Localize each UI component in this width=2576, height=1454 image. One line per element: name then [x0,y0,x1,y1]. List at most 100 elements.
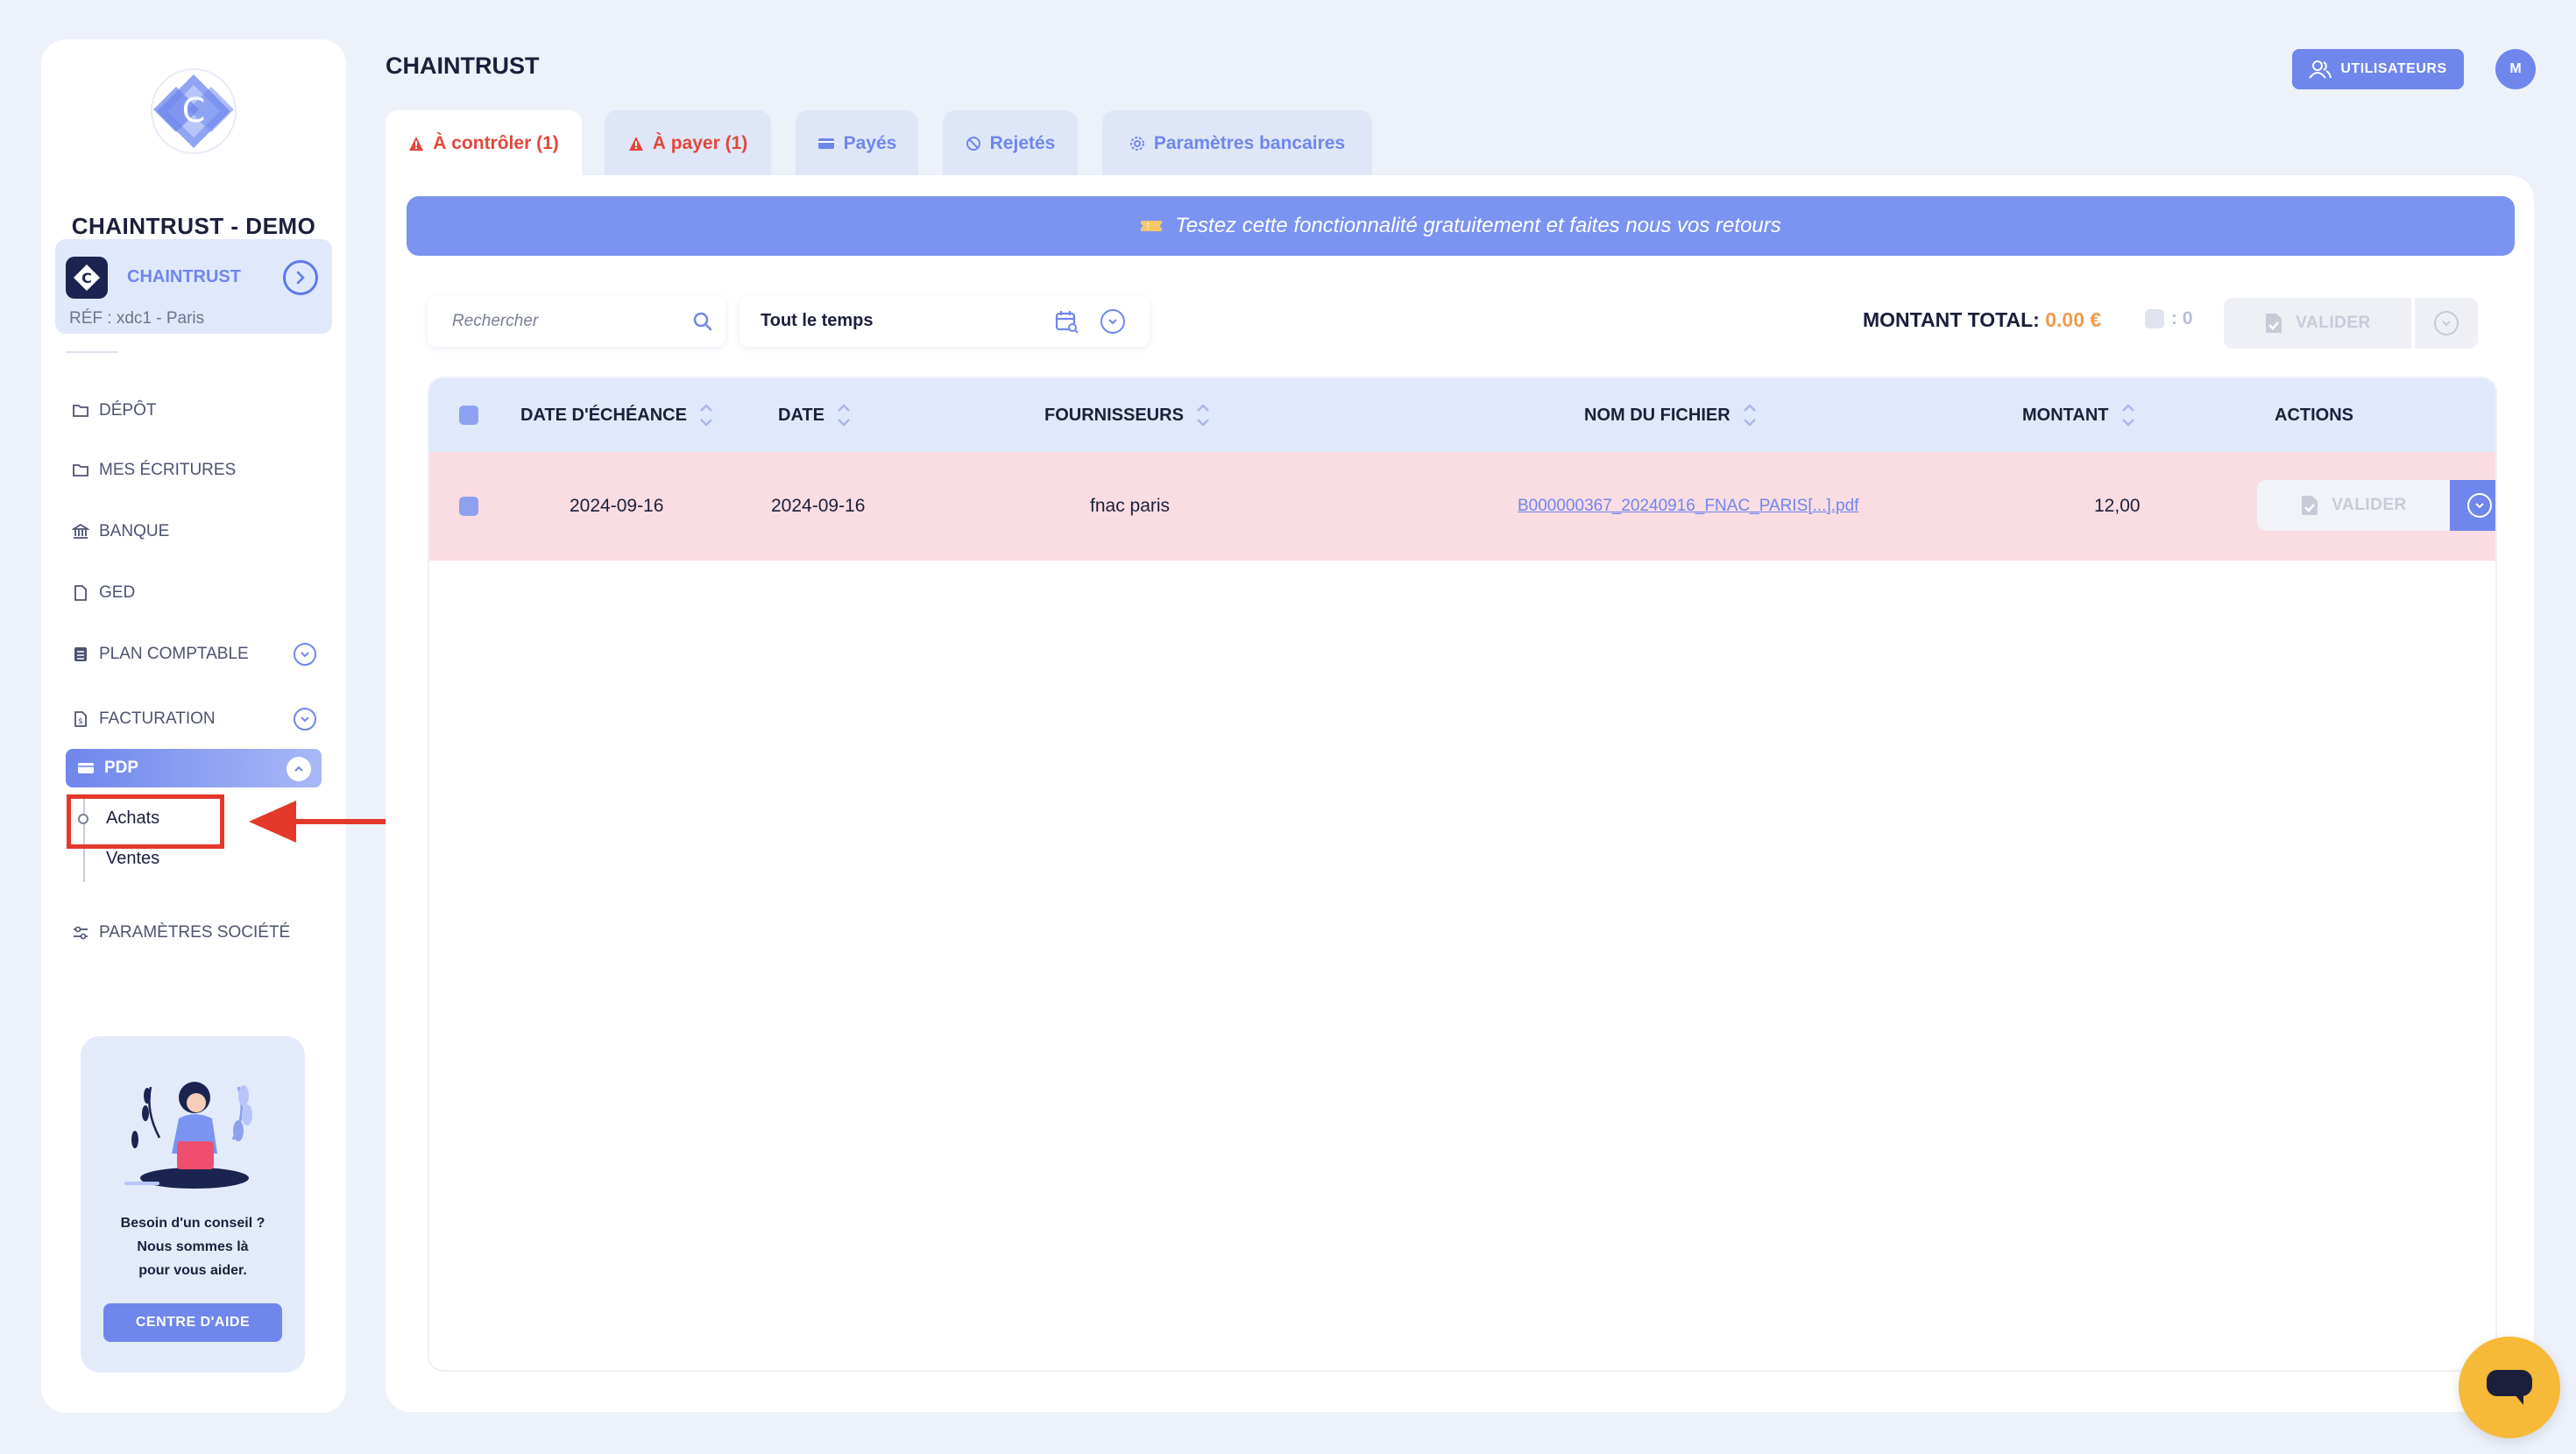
company-logo[interactable]: C [150,67,237,155]
help-illustration-icon [124,1082,252,1189]
sidebar-item-label: PDP [104,759,139,777]
sidebar-divider [66,351,118,353]
row-file-link[interactable]: B000000367_20240916_FNAC_PARIS[...].pdf [1518,497,1858,516]
chat-icon [2487,1370,2532,1405]
chevron-down-icon[interactable] [1100,309,1125,334]
checkbox-icon [459,497,478,516]
chevron-down-icon[interactable] [294,708,316,731]
svg-text:$: $ [78,717,83,726]
total-label: MONTANT TOTAL: [1863,308,2040,331]
tab-label: À payer (1) [652,133,748,153]
column-montant[interactable]: MONTANT [2022,378,2135,452]
company-name: CHAINTRUST - DEMO [71,213,316,239]
row-file: B000000367_20240916_FNAC_PARIS[...].pdf [1518,452,1858,561]
sidebar: C CHAINTRUST - DEMO C CHAINTRUST RÉF : x… [41,39,346,1413]
column-label: DATE D'ÉCHÉANCE [520,405,687,425]
gear-icon [1129,137,1144,151]
search-box[interactable] [428,296,725,347]
account-ref: RÉF : xdc1 - Paris [69,309,205,328]
selected-count: : 0 [2145,308,2193,329]
table-row[interactable]: 2024-09-16 2024-09-16 fnac paris B000000… [429,452,2495,561]
chat-widget-button[interactable] [2459,1337,2560,1438]
avatar[interactable]: M [2495,49,2536,89]
column-date[interactable]: DATE [778,378,851,452]
banner-text: Testez cette fonctionnalité gratuitement… [1175,214,1781,237]
chevron-down-icon [2467,493,2492,518]
invoice-icon: $ [71,709,90,729]
account-logo-icon: C [66,257,108,299]
sidebar-item-parametres-societe[interactable]: PARAMÈTRES SOCIÉTÉ [71,915,325,950]
help-text: Besoin d'un conseil ? Nous sommes là pou… [81,1211,305,1282]
help-center-button[interactable]: CENTRE D'AIDE [103,1303,282,1342]
column-label: NOM DU FICHIER [1584,405,1730,425]
tab-payes[interactable]: Payés [796,110,918,177]
column-label: FOURNISSEURS [1044,405,1184,425]
column-nom-du-fichier[interactable]: NOM DU FICHIER [1584,378,1757,452]
sidebar-item-mes-ecritures[interactable]: MES ÉCRITURES [71,453,325,488]
row-date: 2024-09-16 [771,496,866,516]
bulk-validate-button[interactable]: VALIDER [2224,298,2411,349]
bulk-validate-label: VALIDER [2296,314,2371,332]
tab-label: Rejetés [989,133,1056,153]
folder-icon [71,401,90,420]
sort-icon[interactable] [2121,404,2135,427]
tab-a-controler[interactable]: À contrôler (1) [386,110,582,177]
sort-icon[interactable] [699,404,713,427]
tab-rejetes[interactable]: Rejetés [943,110,1078,177]
chevron-down-icon[interactable] [294,643,316,666]
column-label: DATE [778,405,824,425]
period-value: Tout le temps [761,311,874,330]
sidebar-item-depot[interactable]: DÉPÔT [71,393,325,428]
sidebar-item-label: MES ÉCRITURES [99,461,237,479]
warning-icon [628,137,643,151]
selected-count-value: : 0 [2171,308,2193,328]
file-check-icon [2266,314,2282,333]
row-checkbox[interactable] [459,452,478,561]
select-all-checkbox[interactable] [459,378,478,452]
sidebar-item-label: DÉPÔT [99,401,157,420]
help-line: Nous sommes là [137,1239,249,1254]
sidebar-item-banque[interactable]: BANQUE [71,514,325,549]
search-input[interactable] [428,296,682,347]
total-value: 0.00 € [2045,308,2102,331]
calendar-search-icon[interactable] [1055,310,1079,335]
account-switcher[interactable]: C CHAINTRUST RÉF : xdc1 - Paris [55,239,332,334]
card-icon [76,759,96,778]
bulk-validate-group: VALIDER [2224,298,2478,349]
tab-a-payer[interactable]: À payer (1) [605,110,771,177]
total-amount: MONTANT TOTAL: 0.00 € [1863,308,2101,332]
column-label: ACTIONS [2275,405,2353,425]
sort-icon[interactable] [1743,404,1757,427]
column-fournisseurs[interactable]: FOURNISSEURS [1044,378,1210,452]
tab-label: À contrôler (1) [433,133,559,153]
sidebar-subitem-ventes[interactable]: Ventes [106,849,159,869]
warning-icon [409,137,424,151]
users-button-label: UTILISATEURS [2340,61,2447,76]
row-validate-button[interactable]: VALIDER [2257,480,2450,531]
bulk-validate-dropdown[interactable] [2415,298,2478,349]
column-label: MONTANT [2022,405,2109,425]
file-check-icon [2302,496,2318,515]
sidebar-item-plan-comptable[interactable]: PLAN COMPTABLE [71,637,325,672]
sidebar-item-ged[interactable]: GED [71,575,325,611]
chevron-up-icon[interactable] [287,757,311,781]
period-select[interactable]: Tout le temps [740,296,1150,347]
users-icon [2309,60,2332,79]
sidebar-item-pdp[interactable]: PDP [66,749,322,787]
checkbox-icon [2145,309,2164,328]
help-line: Besoin d'un conseil ? [120,1216,265,1231]
card-icon [817,138,834,149]
page-title: CHAINTRUST [386,53,540,79]
search-icon[interactable] [692,311,713,332]
column-date-echeance[interactable]: DATE D'ÉCHÉANCE [520,378,713,452]
tab-parametres-bancaires[interactable]: Paramètres bancaires [1102,110,1372,177]
chevron-right-icon[interactable] [283,260,318,295]
row-actions-dropdown[interactable] [2450,480,2495,531]
sidebar-item-facturation[interactable]: $ FACTURATION [71,702,325,737]
checkbox-icon [459,406,478,425]
sort-icon[interactable] [837,404,851,427]
row-actions: VALIDER [2257,480,2495,531]
users-button[interactable]: UTILISATEURS [2292,49,2464,89]
document-icon [71,583,90,603]
sort-icon[interactable] [1196,404,1210,427]
